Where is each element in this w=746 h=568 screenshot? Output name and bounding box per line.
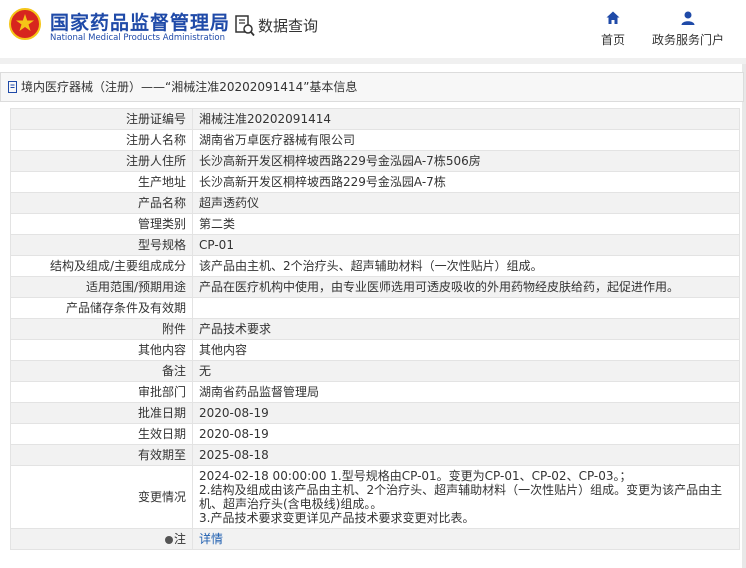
- table-row: 附件 产品技术要求: [10, 318, 740, 340]
- table-row: 批准日期 2020-08-19: [10, 402, 740, 424]
- field-label: 审批部门: [10, 381, 193, 403]
- home-icon: [606, 11, 620, 24]
- note-label-cell: 注: [10, 528, 193, 550]
- field-label: 生效日期: [10, 423, 193, 445]
- field-label: 产品储存条件及有效期: [10, 297, 193, 319]
- field-value: 湖南省万卓医疗器械有限公司: [192, 129, 740, 151]
- table-row: 型号规格 CP-01: [10, 234, 740, 256]
- change-history-line: 3.产品技术要求变更详见产品技术要求变更对比表。: [199, 511, 475, 525]
- field-value: 长沙高新开发区桐梓坡西路229号金泓园A-7栋506房: [192, 150, 740, 172]
- field-label: 注册人住所: [10, 150, 193, 172]
- scrollbar-track[interactable]: [742, 64, 746, 568]
- site-logo-subtitle[interactable]: National Medical Products Administration: [50, 33, 225, 43]
- field-label: 型号规格: [10, 234, 193, 256]
- national-emblem-icon: [9, 8, 41, 40]
- table-row: 生效日期 2020-08-19: [10, 423, 740, 445]
- field-label: 生产地址: [10, 171, 193, 193]
- data-query-title: 数据查询: [258, 17, 319, 35]
- document-icon: [8, 80, 17, 93]
- field-value: 湘械注准20202091414: [192, 108, 740, 130]
- info-icon: [164, 535, 173, 544]
- site-logo-title[interactable]: 国家药品监督管理局: [50, 8, 230, 35]
- table-row: 注册证编号 湘械注准20202091414: [10, 108, 740, 130]
- breadcrumb: 境内医疗器械（注册）——“湘械注准20202091414”基本信息: [0, 72, 744, 102]
- field-label: 管理类别: [10, 213, 193, 235]
- field-label: 产品名称: [10, 192, 193, 214]
- field-value: 无: [192, 360, 740, 382]
- table-row: 其他内容 其他内容: [10, 339, 740, 361]
- field-value: 2025-08-18: [192, 444, 740, 466]
- details-link[interactable]: 详情: [199, 532, 223, 546]
- field-label: 注册证编号: [10, 108, 193, 130]
- nav-home-label: 首页: [600, 33, 625, 47]
- nav-home[interactable]: 首页: [596, 10, 630, 48]
- breadcrumb-text: 境内医疗器械（注册）——“湘械注准20202091414”基本信息: [21, 80, 358, 94]
- field-value: 第二类: [192, 213, 740, 235]
- field-value: CP-01: [192, 234, 740, 256]
- field-value: 湖南省药品监督管理局: [192, 381, 740, 403]
- table-row: 产品名称 超声透药仪: [10, 192, 740, 214]
- table-row-change-history: 变更情况 2024-02-18 00:00:00 1.型号规格由CP-01。变更为…: [10, 465, 740, 529]
- change-history-line: 2024-02-18 00:00:00 1.型号规格由CP-01。变更为CP-0…: [199, 469, 632, 483]
- table-row-note: 注详情: [10, 528, 740, 550]
- table-row: 审批部门 湖南省药品监督管理局: [10, 381, 740, 403]
- field-value: 长沙高新开发区桐梓坡西路229号金泓园A-7栋: [192, 171, 740, 193]
- field-label: 附件: [10, 318, 193, 340]
- field-value: 2020-08-19: [192, 402, 740, 424]
- field-value: 产品在医疗机构中使用，由专业医师选用可透皮吸收的外用药物经皮肤给药，起促进作用。: [192, 276, 740, 298]
- note-value-cell: 详情: [192, 528, 740, 550]
- field-label: 备注: [10, 360, 193, 382]
- table-row: 产品储存条件及有效期: [10, 297, 740, 319]
- table-row: 结构及组成/主要组成成分 该产品由主机、2个治疗头、超声辅助材料（一次性贴片）组成…: [10, 255, 740, 277]
- nav-gov-portal[interactable]: 政务服务门户: [648, 10, 728, 48]
- change-history-line: 2.结构及组成由该产品由主机、2个治疗头、超声辅助材料（一次性贴片）组成。变更为…: [199, 483, 723, 511]
- field-label: 适用范围/预期用途: [10, 276, 193, 298]
- user-icon: [681, 11, 695, 25]
- note-label: 注: [173, 532, 186, 546]
- table-row: 适用范围/预期用途 产品在医疗机构中使用，由专业医师选用可透皮吸收的外用药物经皮肤…: [10, 276, 740, 298]
- table-row: 生产地址 长沙高新开发区桐梓坡西路229号金泓园A-7栋: [10, 171, 740, 193]
- field-value: 产品技术要求: [192, 318, 740, 340]
- table-row: 注册人名称 湖南省万卓医疗器械有限公司: [10, 129, 740, 151]
- field-value: [192, 297, 740, 319]
- table-row: 备注无: [10, 360, 740, 382]
- field-label: 有效期至: [10, 444, 193, 466]
- registration-detail-table: 注册证编号 湘械注准20202091414 注册人名称 湖南省万卓医疗器械有限公司 注册…: [10, 108, 740, 550]
- field-value: 其他内容: [192, 339, 740, 361]
- change-history-value: 2024-02-18 00:00:00 1.型号规格由CP-01。变更为CP-0…: [192, 465, 740, 529]
- table-row: 注册人住所 长沙高新开发区桐梓坡西路229号金泓园A-7栋506房: [10, 150, 740, 172]
- field-label: 其他内容: [10, 339, 193, 361]
- field-value: 超声透药仪: [192, 192, 740, 214]
- nav-gov-portal-label: 政务服务门户: [651, 33, 724, 47]
- site-header: 国家药品监督管理局 National Medical Products Admi…: [0, 0, 746, 58]
- field-label: 结构及组成/主要组成成分: [10, 255, 193, 277]
- header-divider: [0, 58, 746, 64]
- data-query-icon: [235, 15, 255, 37]
- field-label: 变更情况: [10, 465, 193, 529]
- table-row: 有效期至 2025-08-18: [10, 444, 740, 466]
- field-value: 该产品由主机、2个治疗头、超声辅助材料（一次性贴片）组成。: [192, 255, 740, 277]
- field-label: 批准日期: [10, 402, 193, 424]
- field-label: 注册人名称: [10, 129, 193, 151]
- table-row: 管理类别 第二类: [10, 213, 740, 235]
- field-value: 2020-08-19: [192, 423, 740, 445]
